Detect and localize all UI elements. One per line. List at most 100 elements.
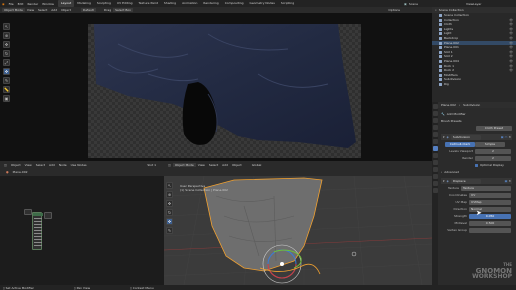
uv-map-field[interactable]: UVMap [469, 199, 511, 205]
use-nodes-checkbox[interactable]: Use Nodes [69, 163, 89, 167]
tab-texture-paint[interactable]: Texture Paint [136, 0, 161, 7]
scale-tool-icon[interactable]: ⤢ [3, 59, 10, 66]
material-output-node[interactable] [44, 212, 52, 219]
menu-render[interactable]: Render [25, 2, 40, 6]
material-name[interactable]: Plane.002 [11, 170, 30, 174]
modifier-tab-icon[interactable] [432, 146, 438, 151]
physics-tab-icon[interactable] [432, 160, 438, 165]
select-tool-icon[interactable]: ↖ [3, 23, 10, 30]
displace-modifier-header[interactable]: ▾ ◈ Displace ▣ ✕ [441, 178, 512, 184]
select-box-dropdown[interactable]: Select Box [113, 8, 133, 12]
node-menu-view[interactable]: View [23, 163, 34, 167]
displace-name-field[interactable]: Displace [450, 178, 481, 184]
tab-uv-editing[interactable]: UV Editing [114, 0, 136, 7]
node-editor-type-icon[interactable]: ◫ [2, 163, 9, 167]
constraints-tab-icon[interactable] [432, 167, 438, 172]
mouse-right-icon: ▯ [130, 285, 132, 290]
world-tab-icon[interactable] [432, 132, 438, 137]
vertex-group-field[interactable] [469, 227, 511, 233]
drag-dropdown[interactable]: Drag [102, 8, 113, 12]
principled-bsdf-node[interactable] [32, 212, 43, 250]
v3d-menu-add[interactable]: Add [220, 163, 230, 167]
texture-node[interactable] [24, 209, 32, 215]
advanced-panel[interactable]: › Advanced [441, 169, 512, 175]
tab-compositing[interactable]: Compositing [222, 0, 247, 7]
node-menu-select[interactable]: Select [34, 163, 47, 167]
subdivision-name-field[interactable]: Subdivision [450, 134, 481, 140]
transform-tool-icon[interactable]: ✣ [166, 218, 173, 225]
outliner-row[interactable]: Rig [432, 82, 516, 87]
simple-button[interactable]: Simple [475, 141, 505, 147]
tab-rendering[interactable]: Rendering [200, 0, 221, 7]
tab-scripting[interactable]: Scripting [278, 0, 297, 7]
shader-node-editor[interactable] [0, 161, 164, 285]
object-tab-icon[interactable] [432, 139, 438, 144]
material-tab-icon[interactable] [432, 181, 438, 186]
tool-tab-icon[interactable] [432, 104, 438, 109]
tab-animation[interactable]: Animation [179, 0, 200, 7]
node-menu-node[interactable]: Node [57, 163, 69, 167]
render-tab-icon[interactable] [432, 111, 438, 116]
active-modifier-name[interactable]: Subdivision [463, 103, 480, 107]
output-tab-icon[interactable] [432, 118, 438, 123]
cloth-render-image [94, 24, 356, 148]
texture-tab-icon[interactable] [432, 188, 438, 193]
tab-sculpting[interactable]: Sculpting [94, 0, 114, 7]
cursor-tool-icon[interactable]: ⊕ [166, 191, 173, 198]
editor-type-icon[interactable]: ◫ [166, 163, 173, 167]
viewport3d[interactable] [163, 175, 433, 286]
orientation-dropdown[interactable]: Default [80, 8, 96, 12]
scene-tab-icon[interactable] [432, 125, 438, 130]
node-mode-dropdown[interactable]: Object [9, 163, 23, 167]
menu-select[interactable]: Select [36, 8, 49, 12]
coordinates-field[interactable]: UV [469, 192, 511, 198]
menu-view[interactable]: View [25, 8, 36, 12]
subdivision-modifier-header[interactable]: ▾ ◈ Subdivision ▣ ▭ ✕ [441, 134, 512, 140]
view-layer-selector[interactable]: ViewLayer [466, 1, 481, 6]
v3d-menu-select[interactable]: Select [207, 163, 220, 167]
mode-dropdown[interactable]: Object Mode [2, 8, 25, 12]
object-name[interactable]: Plane.002 [441, 103, 456, 107]
options-dropdown[interactable]: Options [386, 8, 402, 12]
rotate-tool-icon[interactable]: ↻ [3, 50, 10, 57]
tab-geometry-nodes[interactable]: Geometry Nodes [247, 0, 278, 7]
add-cube-tool-icon[interactable]: ▣ [3, 95, 10, 102]
outliner-row-label: Lights [444, 26, 454, 31]
tab-shading[interactable]: Shading [161, 0, 179, 7]
close-icon[interactable]: ✕ [508, 135, 512, 139]
menu-edit[interactable]: Edit [16, 2, 26, 6]
node-menu-add[interactable]: Add [47, 163, 57, 167]
cursor-tool-icon[interactable]: ⊕ [3, 32, 10, 39]
midlevel-field[interactable]: 0.500 [469, 220, 511, 226]
data-tab-icon[interactable] [432, 174, 438, 179]
rotate-tool-icon[interactable]: ↻ [166, 209, 173, 216]
texture-field[interactable]: Texture [461, 185, 511, 191]
transform-tool-icon[interactable]: ✣ [3, 68, 10, 75]
move-tool-icon[interactable]: ✥ [3, 41, 10, 48]
measure-tool-icon[interactable]: 📏 [3, 86, 10, 93]
select-tool-icon[interactable]: ↖ [166, 182, 173, 189]
menu-file[interactable]: File [7, 2, 16, 6]
close-icon[interactable]: ✕ [507, 179, 512, 183]
menu-window[interactable]: Window [40, 2, 56, 6]
tab-layout[interactable]: Layout [58, 0, 75, 7]
levels-viewport-field[interactable]: 2 [475, 148, 511, 154]
transform-orientation-dropdown[interactable]: Global [250, 163, 264, 167]
render-levels-field[interactable]: 2 [475, 155, 511, 161]
slot-dropdown[interactable]: Slot 1 [145, 163, 158, 167]
v3d-mode-dropdown[interactable]: Object Mode [172, 162, 196, 167]
v3d-menu-object[interactable]: Object [230, 163, 244, 167]
annotate-tool-icon[interactable]: ✎ [3, 77, 10, 84]
annotate-tool-icon[interactable]: ✎ [166, 227, 173, 234]
move-tool-icon[interactable]: ✥ [166, 200, 173, 207]
particles-tab-icon[interactable] [432, 153, 438, 158]
add-modifier-button[interactable]: Add Modifier [445, 112, 466, 116]
v3d-menu-view[interactable]: View [196, 163, 207, 167]
tab-modeling[interactable]: Modeling [74, 0, 94, 7]
catmull-clark-button[interactable]: Catmull-Clark [445, 141, 475, 147]
menu-add[interactable]: Add [49, 8, 59, 12]
cloth-preset-button[interactable]: Cloth Preset [476, 125, 512, 131]
scene-selector[interactable]: ▣ Scene [404, 1, 418, 6]
blender-logo-icon[interactable]: ◉ [0, 2, 7, 6]
menu-object[interactable]: Object [59, 8, 73, 12]
